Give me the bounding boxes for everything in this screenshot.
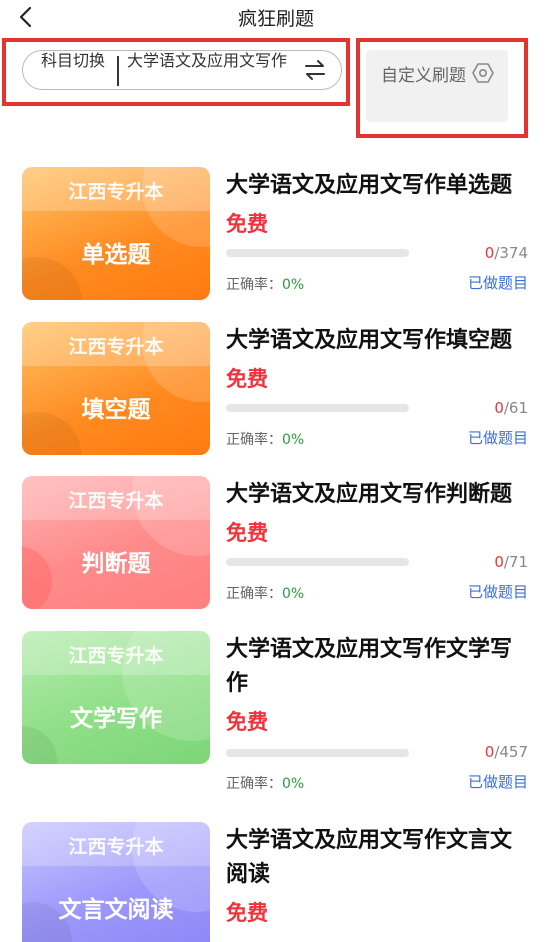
done-questions-link[interactable]: 已做题目: [468, 427, 528, 448]
divider: [117, 56, 119, 86]
done-questions-link[interactable]: 已做题目: [468, 581, 528, 602]
settings-icon: [472, 63, 494, 83]
total-number: /61: [503, 399, 528, 417]
card-title: 大学语文及应用文写作判断题: [226, 482, 513, 507]
thumbnail-kind: 单选题: [81, 242, 151, 268]
card-thumbnail: 江西专升本 填空题: [22, 322, 210, 455]
accuracy-label: 正确率：: [226, 776, 282, 792]
accuracy-value: 0%: [282, 432, 305, 448]
total-number: /374: [494, 244, 528, 262]
card-thumbnail: 江西专升本 单选题: [22, 167, 210, 300]
price-label: 免费: [226, 901, 268, 925]
progress-bar: [226, 249, 409, 257]
card-info: 大学语文及应用文写作文学写作 免费 0/457 正确率：0% 已做题目: [226, 631, 532, 801]
thumbnail-kind: 判断题: [81, 551, 151, 577]
question-bank-card[interactable]: 江西专升本 单选题 大学语文及应用文写作单选题 免费 0/374 正确率：0% …: [22, 167, 532, 307]
custom-practice-button[interactable]: 自定义刷题: [366, 50, 508, 122]
card-info: 大学语文及应用文写作单选题 免费 0/374 正确率：0% 已做题目: [226, 167, 532, 300]
progress-bar: [226, 749, 409, 757]
card-info: 大学语文及应用文写作判断题 免费 0/71 正确率：0% 已做题目: [226, 476, 532, 609]
thumbnail-kind: 文学写作: [70, 706, 162, 732]
done-number: 0: [484, 244, 495, 262]
card-title: 大学语文及应用文写作文言文阅读: [226, 828, 513, 887]
done-count: 0/61: [494, 399, 528, 417]
card-title: 大学语文及应用文写作单选题: [226, 173, 513, 198]
card-thumbnail: 江西专升本 文言文阅读: [22, 822, 210, 942]
done-questions-link[interactable]: 已做题目: [468, 771, 528, 792]
custom-practice-label: 自定义刷题: [381, 66, 466, 86]
progress-bar: [226, 404, 409, 412]
thumbnail-kind: 文言文阅读: [58, 897, 174, 923]
subject-switch-label: 科目切换: [41, 51, 106, 70]
accuracy: 正确率：0%: [226, 429, 304, 449]
thumbnail-tag: 江西专升本: [68, 181, 164, 203]
question-bank-card[interactable]: 江西专升本 判断题 大学语文及应用文写作判断题 免费 0/71 正确率：0% 已…: [22, 476, 532, 616]
thumbnail-kind: 填空题: [81, 397, 151, 423]
accuracy: 正确率：0%: [226, 274, 304, 294]
price-label: 免费: [226, 521, 268, 545]
swap-icon: [305, 60, 325, 80]
thumbnail-tag: 江西专升本: [68, 336, 164, 358]
accuracy: 正确率：0%: [226, 773, 304, 793]
question-bank-card[interactable]: 江西专升本 填空题 大学语文及应用文写作填空题 免费 0/61 正确率：0% 已…: [22, 322, 532, 462]
card-info: 大学语文及应用文写作文言文阅读 免费: [226, 822, 532, 942]
done-questions-link[interactable]: 已做题目: [468, 272, 528, 293]
accuracy-value: 0%: [282, 586, 305, 602]
accuracy-value: 0%: [282, 277, 305, 293]
done-number: 0: [494, 399, 504, 417]
thumbnail-tag: 江西专升本: [68, 836, 164, 858]
header: 疯狂刷题: [0, 0, 552, 34]
subject-switch-button[interactable]: 科目切换 大学语文及应用文写作: [22, 50, 342, 90]
price-label: 免费: [226, 367, 268, 391]
question-bank-card[interactable]: 江西专升本 文言文阅读 大学语文及应用文写作文言文阅读 免费: [22, 822, 532, 942]
accuracy-label: 正确率：: [226, 586, 282, 602]
done-count: 0/374: [485, 244, 528, 262]
card-title: 大学语文及应用文写作文学写作: [226, 637, 513, 696]
progress-bar: [226, 558, 409, 566]
accuracy-value: 0%: [282, 776, 305, 792]
card-thumbnail: 江西专升本 判断题: [22, 476, 210, 609]
price-label: 免费: [226, 212, 268, 236]
done-count: 0/457: [485, 743, 528, 761]
done-count: 0/71: [494, 553, 528, 571]
done-number: 0: [484, 743, 495, 761]
card-title: 大学语文及应用文写作填空题: [226, 328, 513, 353]
total-number: /457: [494, 743, 528, 761]
accuracy-label: 正确率：: [226, 277, 282, 293]
thumbnail-tag: 江西专升本: [68, 490, 164, 512]
accuracy-label: 正确率：: [226, 432, 282, 448]
total-number: /71: [503, 553, 528, 571]
current-subject: 大学语文及应用文写作: [127, 51, 288, 70]
accuracy: 正确率：0%: [226, 583, 304, 603]
done-number: 0: [494, 553, 504, 571]
price-label: 免费: [226, 710, 268, 734]
thumbnail-tag: 江西专升本: [68, 645, 164, 667]
card-info: 大学语文及应用文写作填空题 免费 0/61 正确率：0% 已做题目: [226, 322, 532, 455]
card-thumbnail: 江西专升本 文学写作: [22, 631, 210, 764]
page-title: 疯狂刷题: [237, 8, 314, 30]
question-bank-card[interactable]: 江西专升本 文学写作 大学语文及应用文写作文学写作 免费 0/457 正确率：0…: [22, 631, 532, 806]
